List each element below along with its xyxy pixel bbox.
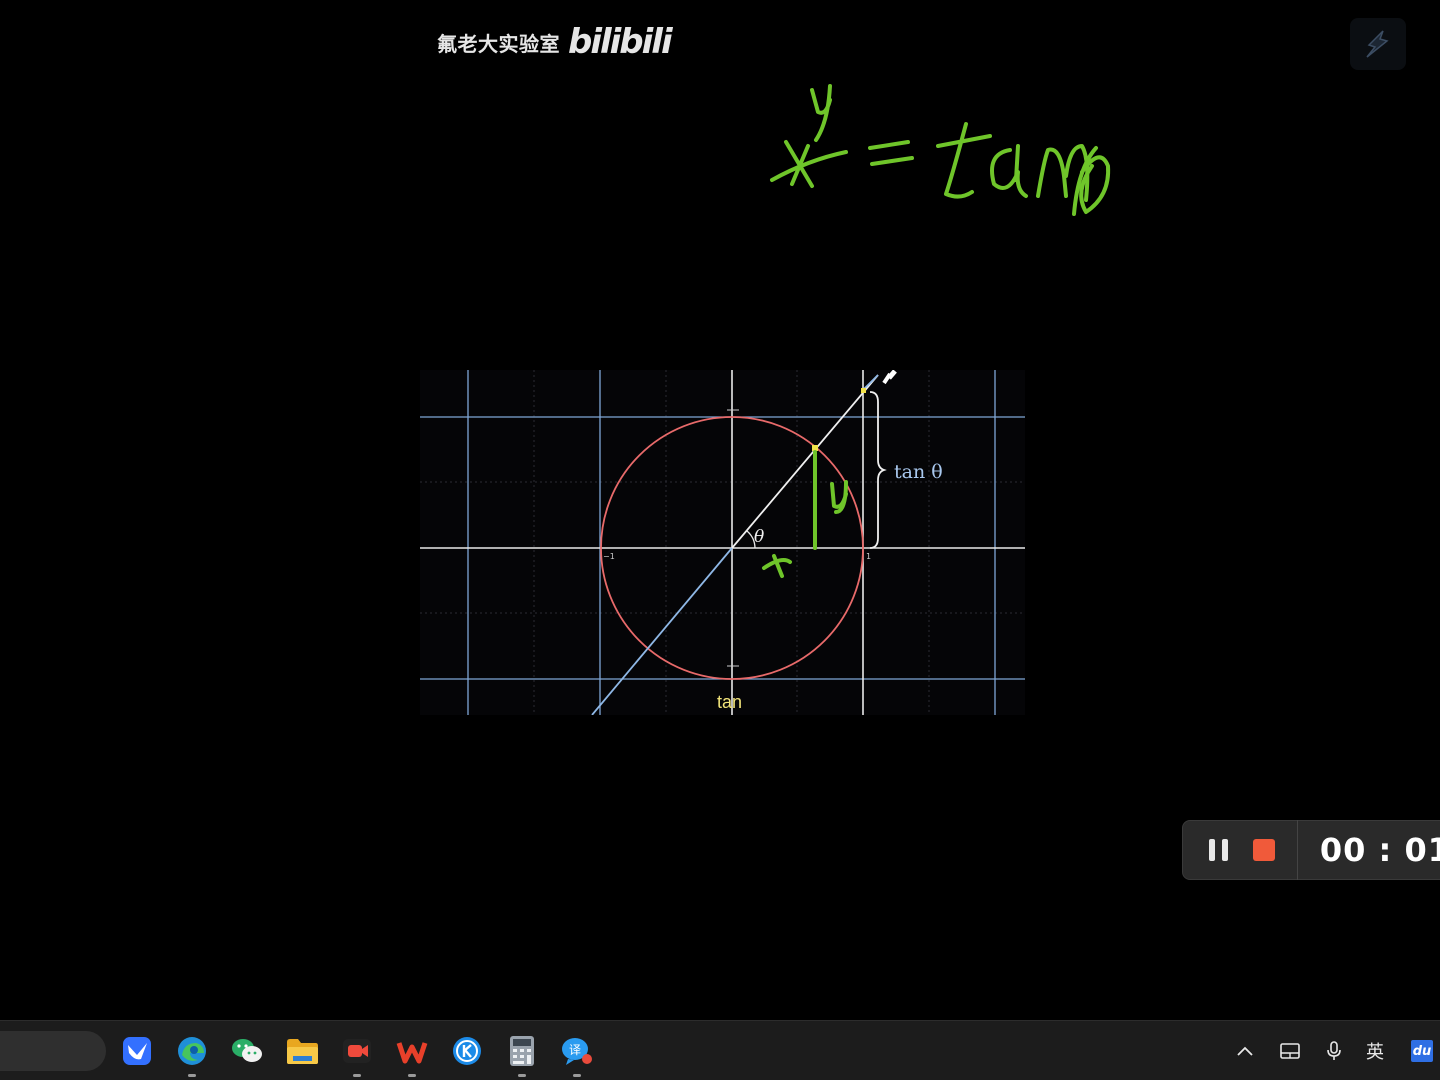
translate-icon[interactable]: 译 [557,1031,597,1077]
file-explorer-icon[interactable] [282,1031,322,1071]
baidu-input-icon[interactable]: du [1410,1031,1434,1071]
kugou-icon[interactable] [447,1031,487,1071]
edge-icon[interactable] [172,1031,212,1077]
handwritten-formula [770,84,1111,216]
taskbar-search[interactable] [0,1031,106,1071]
ime-language-indicator[interactable]: 英 [1362,1031,1388,1071]
recording-timer: 00 : 01 [1319,831,1440,869]
stop-recording-button[interactable] [1246,830,1281,870]
tan-theta-label: tan θ [894,461,943,483]
bilibili-logo: bilibili [568,22,673,62]
unit-circle-figure: tan θ θ tan −1 1 [420,370,1025,715]
screen-recorder-icon[interactable] [337,1031,377,1077]
wechat-icon[interactable] [227,1031,267,1071]
microphone-icon[interactable] [1322,1031,1346,1071]
recorder-divider [1297,820,1298,880]
baidu-label: du [1411,1040,1433,1062]
pause-recording-button[interactable] [1201,830,1236,870]
unit-circle-diagram: tan θ θ tan −1 1 [420,370,1025,715]
tablet-keyboard-icon[interactable] [1277,1031,1303,1071]
bilibili-watermark: 氟老大实验室 bilibili [437,22,673,62]
screen-recorder-bar: 00 : 01 [1182,820,1440,880]
feishu-icon[interactable] [117,1031,157,1071]
stop-icon [1252,839,1275,861]
calculator-icon[interactable] [502,1031,542,1077]
slash-logo-icon [1366,30,1389,58]
taskbar: 译 英 du [0,1020,1440,1080]
channel-name: 氟老大实验室 [437,31,560,56]
floating-app-icon[interactable] [1350,18,1406,70]
wps-icon[interactable] [392,1031,432,1077]
pause-icon [1209,839,1215,861]
svg-text:译: 译 [569,1043,581,1057]
theta-label: θ [754,527,764,547]
screen-canvas: 氟老大实验室 bilibili tan θ θ tan −1 1 00: 01 [0,0,1440,1020]
tick-1-right: 1 [866,552,871,561]
tick-neg1-left: −1 [603,552,615,561]
tray-overflow-chevron-icon[interactable] [1232,1031,1258,1071]
figure-caption: tan [717,692,742,712]
